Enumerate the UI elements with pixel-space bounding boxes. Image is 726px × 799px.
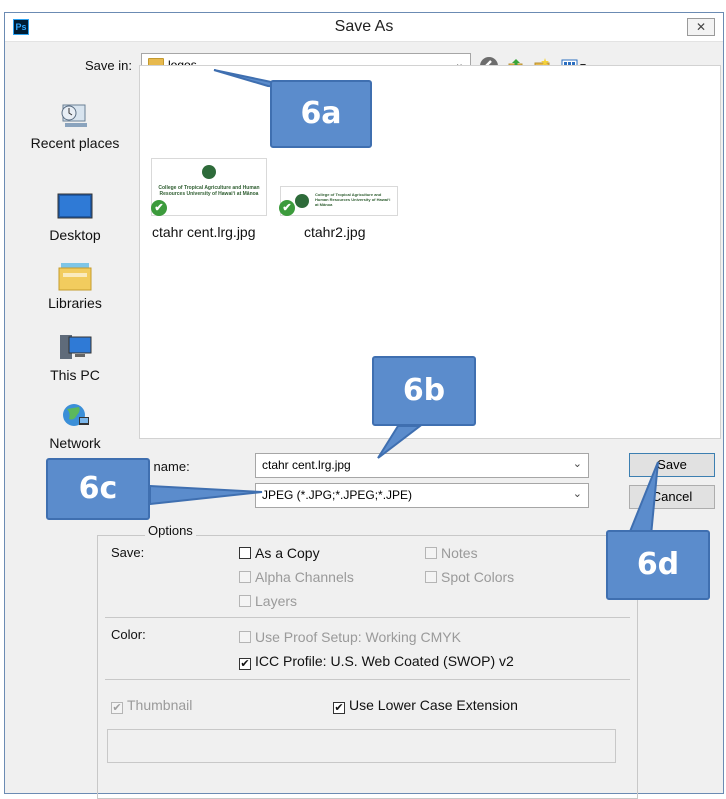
callout-6c-pointer — [149, 484, 263, 506]
callout-6b-pointer — [377, 425, 423, 459]
callout-6c: 6c — [46, 458, 150, 520]
callout-6b: 6b — [372, 356, 476, 426]
callout-6a: 6a — [270, 80, 372, 148]
callout-6d: 6d — [606, 530, 710, 600]
